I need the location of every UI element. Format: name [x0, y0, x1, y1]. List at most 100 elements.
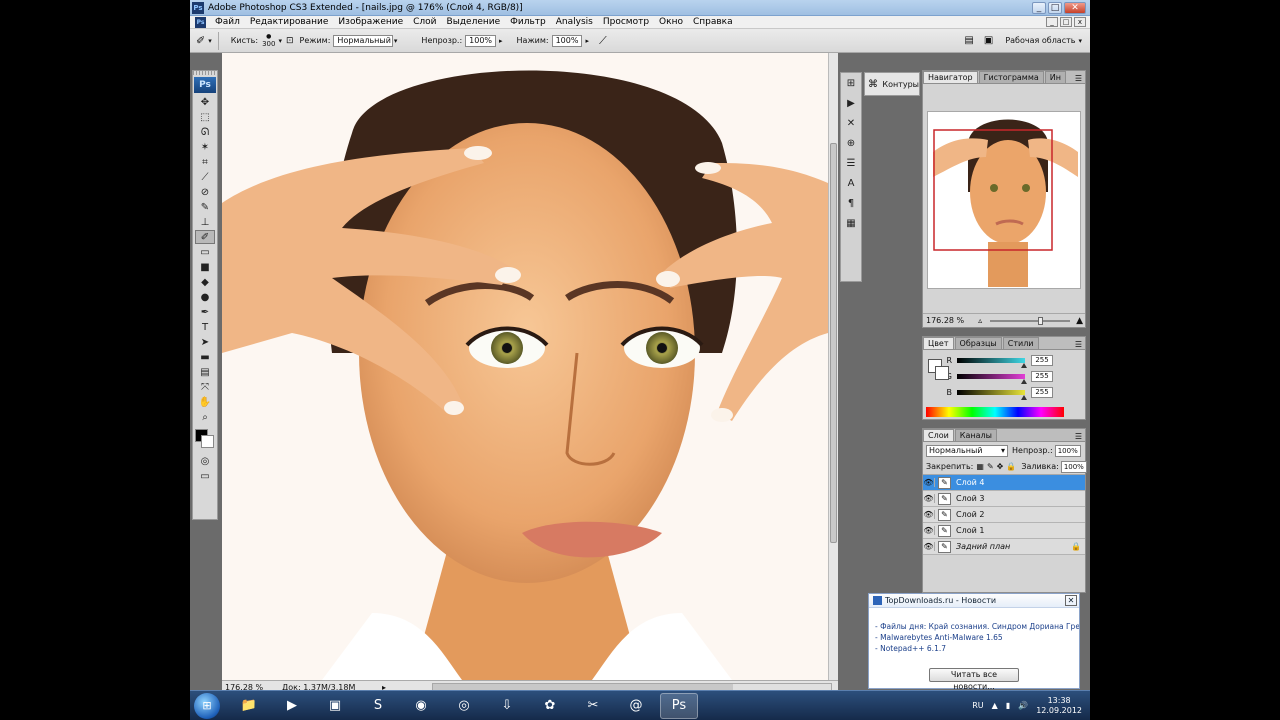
palette-well-icon[interactable]: ▤ — [964, 35, 973, 46]
clock[interactable]: 13:38 12.09.2012 — [1036, 696, 1082, 716]
chevron-down-icon[interactable]: ▾ — [278, 37, 282, 45]
menu-window[interactable]: Окно — [654, 17, 688, 27]
eye-icon[interactable]: 👁 — [923, 510, 935, 519]
blue-value[interactable]: 255 — [1031, 386, 1053, 398]
quick-mask-icon[interactable]: ◎ — [195, 454, 215, 468]
tab-swatches[interactable]: Образцы — [954, 337, 1002, 349]
color-panel-swatches[interactable] — [928, 359, 950, 381]
lasso-icon[interactable]: ᘏ — [195, 125, 215, 139]
tab-info[interactable]: Ин — [1044, 71, 1066, 83]
bridge-icon[interactable]: ▣ — [984, 35, 993, 46]
taskbar-download[interactable]: ⇩ — [488, 693, 526, 719]
doc-close-button[interactable]: x — [1074, 17, 1086, 27]
pressure-input[interactable]: 100% — [551, 34, 583, 47]
paragraph-panel-icon[interactable]: ¶ — [843, 196, 859, 210]
zoom-slider[interactable] — [990, 316, 1071, 325]
opacity-input[interactable]: 100% — [465, 34, 497, 47]
doc-restore-button[interactable]: □ — [1060, 17, 1072, 27]
eye-icon[interactable]: 👁 — [923, 494, 935, 503]
layer-row[interactable]: 👁 ✎ Слой 1 — [923, 523, 1085, 539]
panel-menu-icon[interactable]: ☰ — [1072, 340, 1085, 349]
image-canvas[interactable] — [222, 53, 828, 680]
layer-opacity-input[interactable]: 100% — [1054, 444, 1081, 457]
taskbar-photoshop[interactable]: Ps — [660, 692, 698, 719]
news-item[interactable]: - Notepad++ 6.1.7 — [875, 644, 1079, 655]
opacity-slider-icon[interactable]: ▸ — [499, 37, 503, 45]
panel-menu-icon[interactable]: ☰ — [1072, 432, 1085, 441]
tab-color[interactable]: Цвет — [923, 337, 954, 349]
tray-arrow-icon[interactable]: ▲ — [992, 701, 998, 710]
green-slider[interactable] — [957, 373, 1027, 384]
tab-navigator[interactable]: Навигатор — [923, 71, 978, 83]
color-spectrum[interactable] — [926, 407, 1064, 417]
lock-transparency-icon[interactable]: ▦ — [976, 462, 984, 471]
taskbar-chrome[interactable]: ◎ — [445, 693, 483, 719]
zoom-out-icon[interactable]: ▵ — [978, 316, 982, 325]
eye-icon[interactable]: 👁 — [923, 542, 935, 551]
news-item[interactable]: - Malwarebytes Anti-Malware 1.65 — [875, 633, 1079, 644]
lock-pixels-icon[interactable]: ✎ — [987, 462, 994, 471]
eye-icon[interactable]: 👁 — [923, 478, 935, 487]
zoom-icon[interactable]: ⌕ — [195, 410, 215, 424]
blur-icon[interactable]: ◆ — [195, 275, 215, 289]
close-button[interactable]: ✕ — [1064, 1, 1086, 14]
airbrush-icon[interactable]: ⟋ — [599, 34, 607, 48]
taskbar-files[interactable]: ✂ — [574, 693, 612, 719]
red-slider[interactable] — [957, 357, 1027, 368]
color-swatches[interactable] — [194, 428, 216, 450]
navigator-zoom[interactable]: 176.28 % — [926, 316, 964, 325]
layer-row[interactable]: 👁 ✎ Задний план 🔒 — [923, 539, 1085, 555]
lock-all-icon[interactable]: 🔒 — [1006, 462, 1016, 471]
minimize-button[interactable]: _ — [1032, 1, 1046, 14]
history-brush-icon[interactable]: ✐ — [195, 230, 215, 244]
menu-analysis[interactable]: Analysis — [551, 17, 598, 27]
healing-icon[interactable]: ⊘ — [195, 185, 215, 199]
tools-preset-icon[interactable]: ✕ — [843, 116, 859, 130]
zoom-in-icon[interactable]: ▲ — [1076, 316, 1083, 326]
eyedropper-icon[interactable]: ⤧ — [195, 380, 215, 394]
close-icon[interactable]: ✕ — [1065, 595, 1077, 606]
navigator-thumbnail[interactable] — [927, 111, 1081, 289]
menu-help[interactable]: Справка — [688, 17, 738, 27]
taskbar-mail[interactable]: @ — [617, 693, 655, 719]
network-icon[interactable]: ▮ — [1006, 701, 1010, 710]
menu-layer[interactable]: Слой — [408, 17, 441, 27]
mode-select[interactable]: Нормальный ▾ — [333, 34, 397, 47]
crop-icon[interactable]: ⌗ — [195, 155, 215, 169]
layer-comps-icon[interactable]: ▦ — [843, 216, 859, 230]
path-select-icon[interactable]: ➤ — [195, 335, 215, 349]
volume-icon[interactable]: 🔊 — [1018, 701, 1028, 710]
tab-layers[interactable]: Слои — [923, 429, 954, 441]
menu-view[interactable]: Просмотр — [598, 17, 654, 27]
lock-position-icon[interactable]: ✥ — [997, 462, 1004, 471]
gradient-icon[interactable]: ■ — [195, 260, 215, 274]
taskbar-skype[interactable]: S — [359, 693, 397, 719]
workspace-menu[interactable]: Рабочая область ▾ — [1005, 36, 1082, 45]
blend-mode-select[interactable]: Нормальный ▾ — [926, 444, 1008, 457]
actions-panel-icon[interactable]: ▶ — [843, 96, 859, 110]
taskbar-explorer[interactable]: 📁 — [230, 693, 268, 719]
bg-swatch[interactable] — [935, 366, 949, 380]
menu-file[interactable]: Файл — [210, 17, 245, 27]
menu-select[interactable]: Выделение — [442, 17, 506, 27]
taskbar-window-app[interactable]: ▣ — [316, 693, 354, 719]
brush-icon[interactable]: ✎ — [195, 200, 215, 214]
brush-settings-icon[interactable]: ⊡ — [286, 36, 294, 46]
taskbar-game[interactable]: ✿ — [531, 693, 569, 719]
doc-minimize-button[interactable]: _ — [1046, 17, 1058, 27]
brush-picker[interactable]: ● 300 — [262, 33, 275, 48]
pressure-slider-icon[interactable]: ▸ — [585, 37, 589, 45]
panel-menu-icon[interactable]: ☰ — [1072, 74, 1085, 83]
maximize-button[interactable]: □ — [1048, 1, 1062, 14]
green-value[interactable]: 255 — [1031, 370, 1053, 382]
brushes-panel-icon[interactable]: ⊕ — [843, 136, 859, 150]
hand-icon[interactable]: ✋ — [195, 395, 215, 409]
paths-panel-button[interactable]: ⌘ Контуры — [864, 72, 920, 96]
read-all-news-button[interactable]: Читать все новости... — [929, 668, 1019, 691]
toolbox-grip[interactable] — [193, 71, 217, 75]
scroll-thumb[interactable] — [830, 143, 837, 543]
shape-icon[interactable]: ▬ — [195, 350, 215, 364]
type-icon[interactable]: T — [195, 320, 215, 334]
menu-edit[interactable]: Редактирование — [245, 17, 334, 27]
background-color[interactable] — [201, 435, 214, 448]
